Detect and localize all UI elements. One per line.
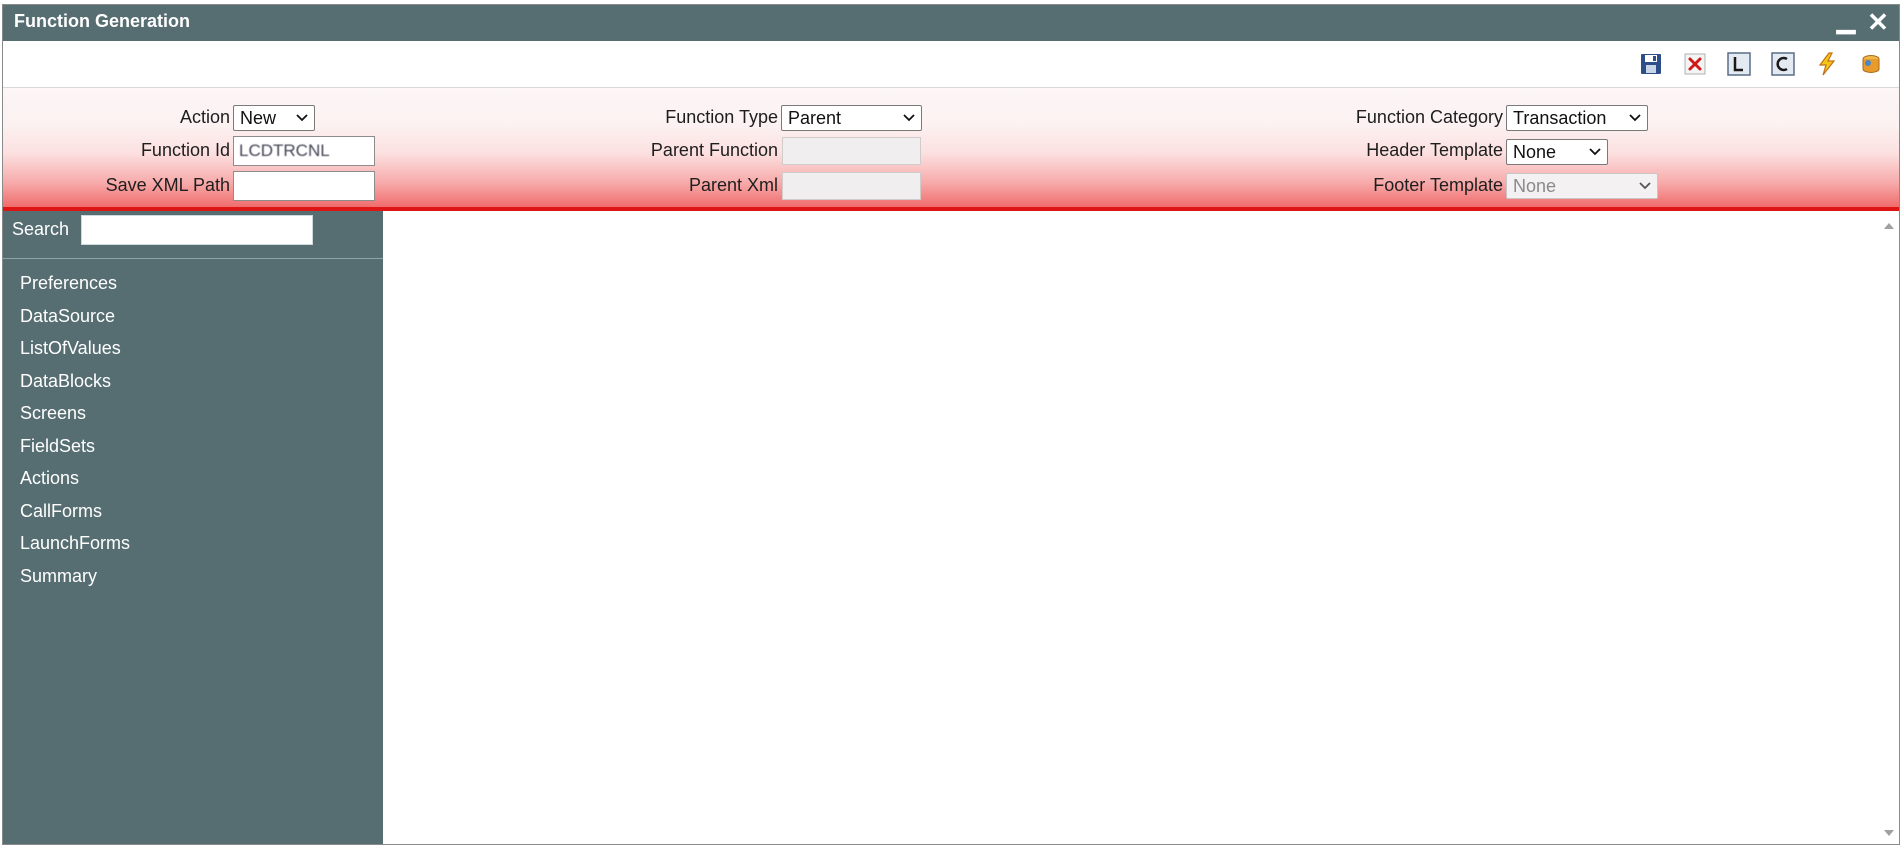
function-id-value: LCDTRCNL — [239, 141, 330, 160]
sidebar-item-datasource[interactable]: DataSource — [20, 306, 130, 339]
function-id-label: Function Id — [140, 140, 230, 160]
save-xml-path-input[interactable] — [233, 171, 375, 201]
parent-function-label: Parent Function — [650, 140, 778, 160]
sidebar-item-screens[interactable]: Screens — [20, 403, 130, 436]
sidebar-item-fieldsets[interactable]: FieldSets — [20, 436, 130, 469]
sidebar-item-summary[interactable]: Summary — [20, 566, 130, 599]
parent-xml-label: Parent Xml — [688, 175, 778, 195]
function-header-form: Action New Function Id LCDTRCNL Save XML… — [3, 88, 1899, 211]
function-type-select-value: Parent — [788, 108, 842, 128]
action-select-value: New — [240, 108, 277, 128]
vertical-scrollbar[interactable] — [1879, 211, 1899, 844]
sidebar-nav: Preferences DataSource ListOfValues Data… — [20, 273, 130, 598]
parent-xml-input[interactable] — [782, 172, 921, 200]
function-type-label: Function Type — [665, 107, 778, 127]
content-pane — [383, 211, 1899, 844]
generate-icon[interactable] — [1815, 52, 1839, 76]
chevron-down-icon — [1629, 114, 1641, 122]
sidebar-item-launchforms[interactable]: LaunchForms — [20, 533, 130, 566]
parent-function-input[interactable] — [782, 137, 921, 165]
search-input[interactable] — [81, 215, 313, 245]
function-category-label: Function Category — [1355, 107, 1503, 127]
scroll-down-icon[interactable] — [1884, 830, 1894, 836]
save-icon[interactable] — [1639, 52, 1663, 76]
chevron-down-icon — [1589, 148, 1601, 156]
action-select[interactable]: New — [233, 105, 315, 131]
toolbar — [3, 41, 1899, 88]
minimize-icon[interactable]: ▁ — [1833, 8, 1859, 36]
close-icon[interactable]: ✕ — [1865, 8, 1891, 36]
function-id-input[interactable]: LCDTRCNL — [233, 136, 375, 166]
sidebar-item-callforms[interactable]: CallForms — [20, 501, 130, 534]
footer-template-select-value: None — [1513, 176, 1557, 196]
sidebar-item-preferences[interactable]: Preferences — [20, 273, 130, 306]
chevron-down-icon — [903, 114, 915, 122]
search-row: Search — [3, 211, 383, 259]
function-category-select-value: Transaction — [1513, 108, 1607, 128]
l-icon[interactable] — [1727, 52, 1751, 76]
footer-template-label: Footer Template — [1373, 175, 1503, 195]
search-label: Search — [12, 219, 70, 239]
footer-template-select: None — [1506, 173, 1658, 199]
function-category-select[interactable]: Transaction — [1506, 105, 1648, 131]
action-label: Action — [179, 107, 230, 127]
function-type-select[interactable]: Parent — [781, 105, 922, 131]
function-generation-window: Function Generation ▁ ✕ Action New Funct… — [2, 4, 1900, 845]
header-template-select-value: None — [1513, 142, 1557, 162]
c-icon[interactable] — [1771, 52, 1795, 76]
chevron-down-icon — [1639, 182, 1651, 190]
sidebar-item-actions[interactable]: Actions — [20, 468, 130, 501]
deploy-icon[interactable] — [1859, 52, 1883, 76]
scroll-up-icon[interactable] — [1884, 223, 1894, 229]
sidebar-item-datablocks[interactable]: DataBlocks — [20, 371, 130, 404]
header-template-label: Header Template — [1366, 140, 1503, 160]
header-template-select[interactable]: None — [1506, 139, 1608, 165]
sidebar-item-listofvalues[interactable]: ListOfValues — [20, 338, 130, 371]
sidebar: Search Preferences DataSource ListOfValu… — [3, 211, 383, 844]
title-bar: Function Generation ▁ ✕ — [3, 5, 1899, 41]
chevron-down-icon — [296, 114, 308, 122]
delete-icon[interactable] — [1683, 52, 1707, 76]
window-title: Function Generation — [14, 11, 191, 31]
save-xml-path-label: Save XML Path — [105, 175, 230, 195]
